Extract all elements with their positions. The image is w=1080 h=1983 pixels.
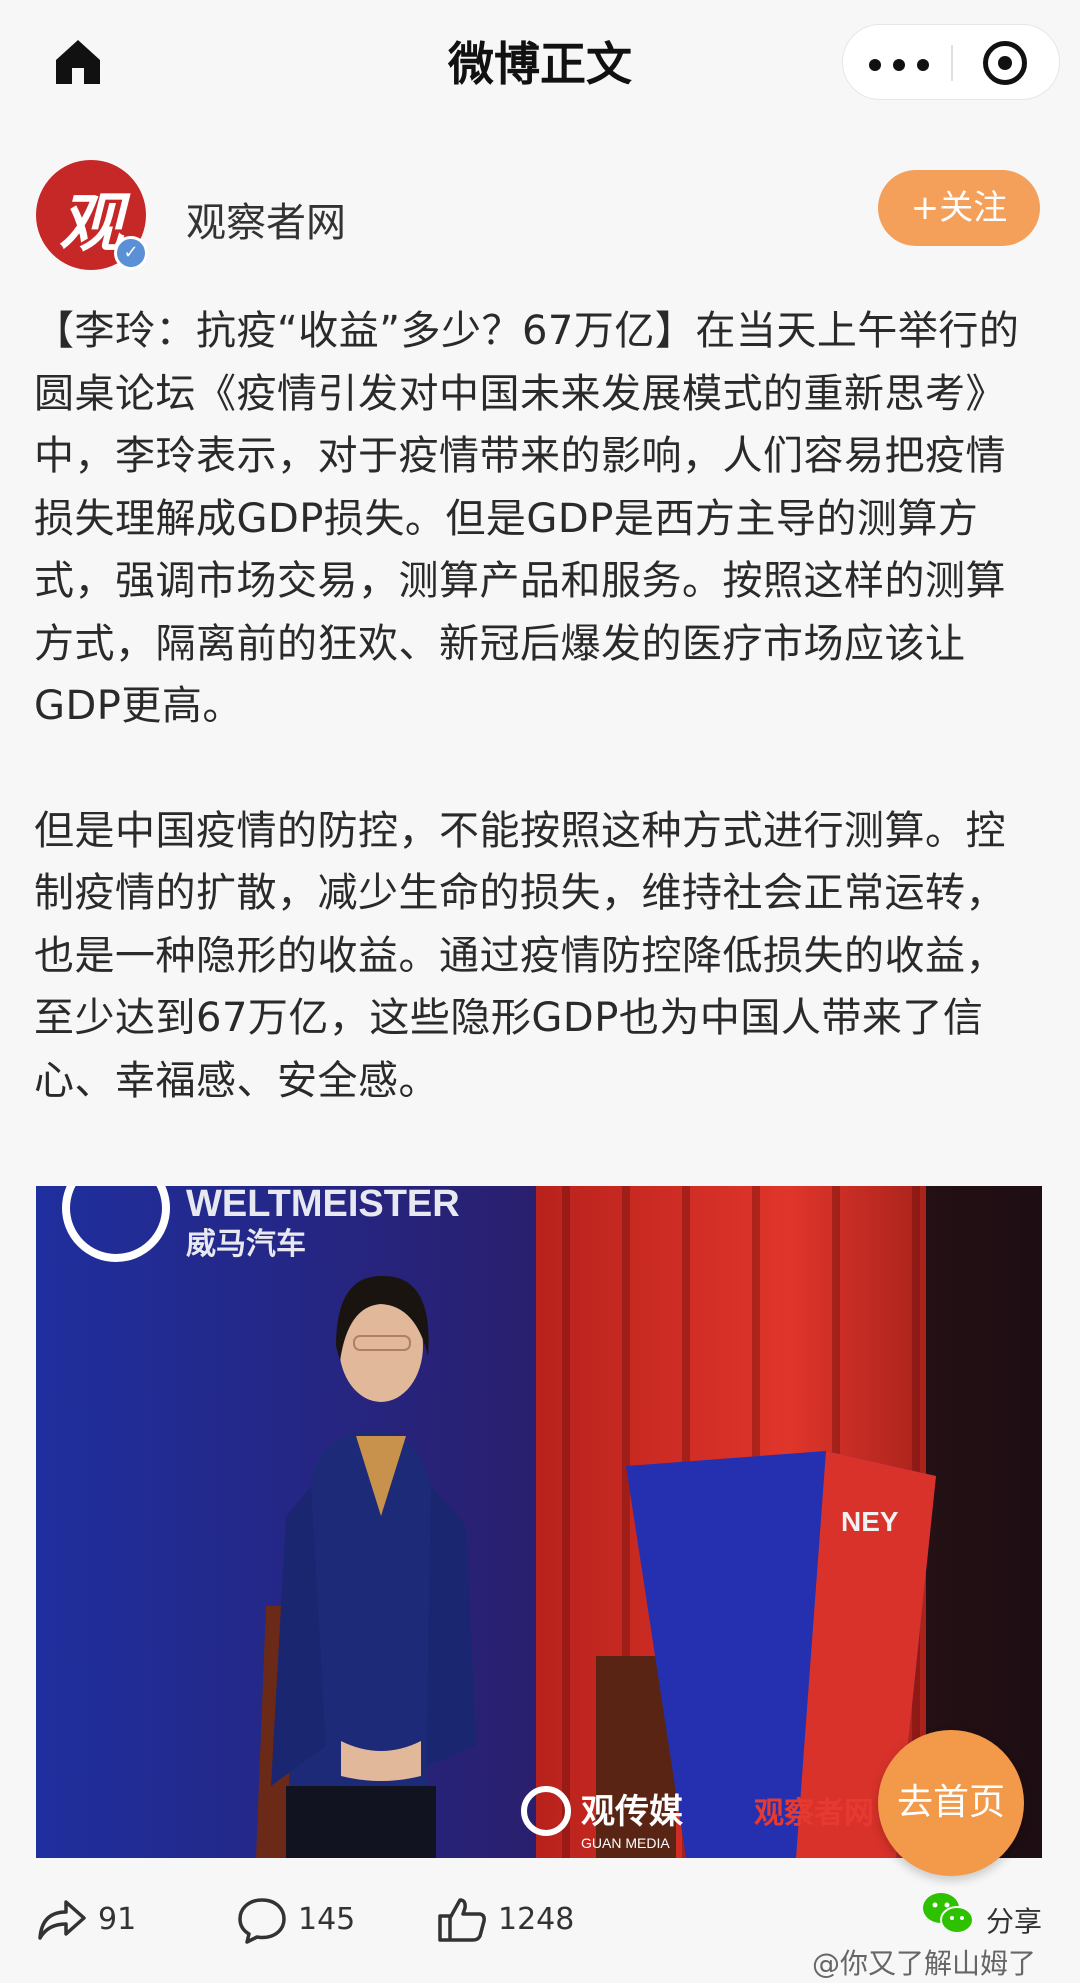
thumbs-up-icon: [438, 1898, 486, 1942]
share-button[interactable]: 分享: [986, 1900, 1042, 1940]
comment-icon: [238, 1898, 286, 1944]
photo-credit-guancha: 观察者网: [754, 1796, 874, 1831]
more-icon[interactable]: [863, 43, 935, 83]
sponsor-cn-text: 威马汽车: [186, 1227, 306, 1262]
author-header: 观 ✓ 观察者网 +关注: [36, 160, 1044, 270]
photo-credit-guan-media-sub: GUAN MEDIA: [581, 1835, 670, 1851]
weibo-watermark: @你又了解山姆了: [812, 1947, 1037, 1980]
author-name[interactable]: 观察者网: [186, 190, 346, 248]
repost-icon: [38, 1900, 86, 1940]
verified-badge-icon: ✓: [114, 236, 148, 270]
close-target-icon[interactable]: [983, 41, 1027, 85]
post-paragraph: 但是中国疫情的防控，不能按照这种方式进行测算。控制疫情的扩散，减少生命的损失，维…: [34, 807, 1006, 1104]
top-nav-bar: 微博正文: [0, 0, 1080, 124]
go-home-button[interactable]: 去首页: [878, 1730, 1024, 1876]
repost-count: 91: [98, 1902, 137, 1937]
photo-credit-guan-media: 观传媒: [581, 1792, 684, 1832]
post-image[interactable]: WELTMEISTER 威马汽车 NEY 观传媒 GUAN MEDIA 观察者网: [36, 1186, 1042, 1858]
sponsor-text: WELTMEISTER: [186, 1186, 460, 1225]
capsule-divider: [951, 45, 953, 81]
wechat-icon[interactable]: [920, 1890, 976, 1938]
comment-count: 145: [298, 1902, 356, 1937]
podium-text: NEY: [841, 1506, 899, 1537]
follow-button[interactable]: +关注: [878, 170, 1040, 246]
mini-program-capsule: [842, 24, 1060, 100]
like-count: 1248: [498, 1902, 575, 1937]
post-body: 【李玲：抗疫“收益”多少？67万亿】在当天上午举行的圆桌论坛《疫情引发对中国未来…: [34, 300, 1046, 1112]
post-paragraph: 【李玲：抗疫“收益”多少？67万亿】在当天上午举行的圆桌论坛《疫情引发对中国未来…: [34, 308, 1020, 729]
